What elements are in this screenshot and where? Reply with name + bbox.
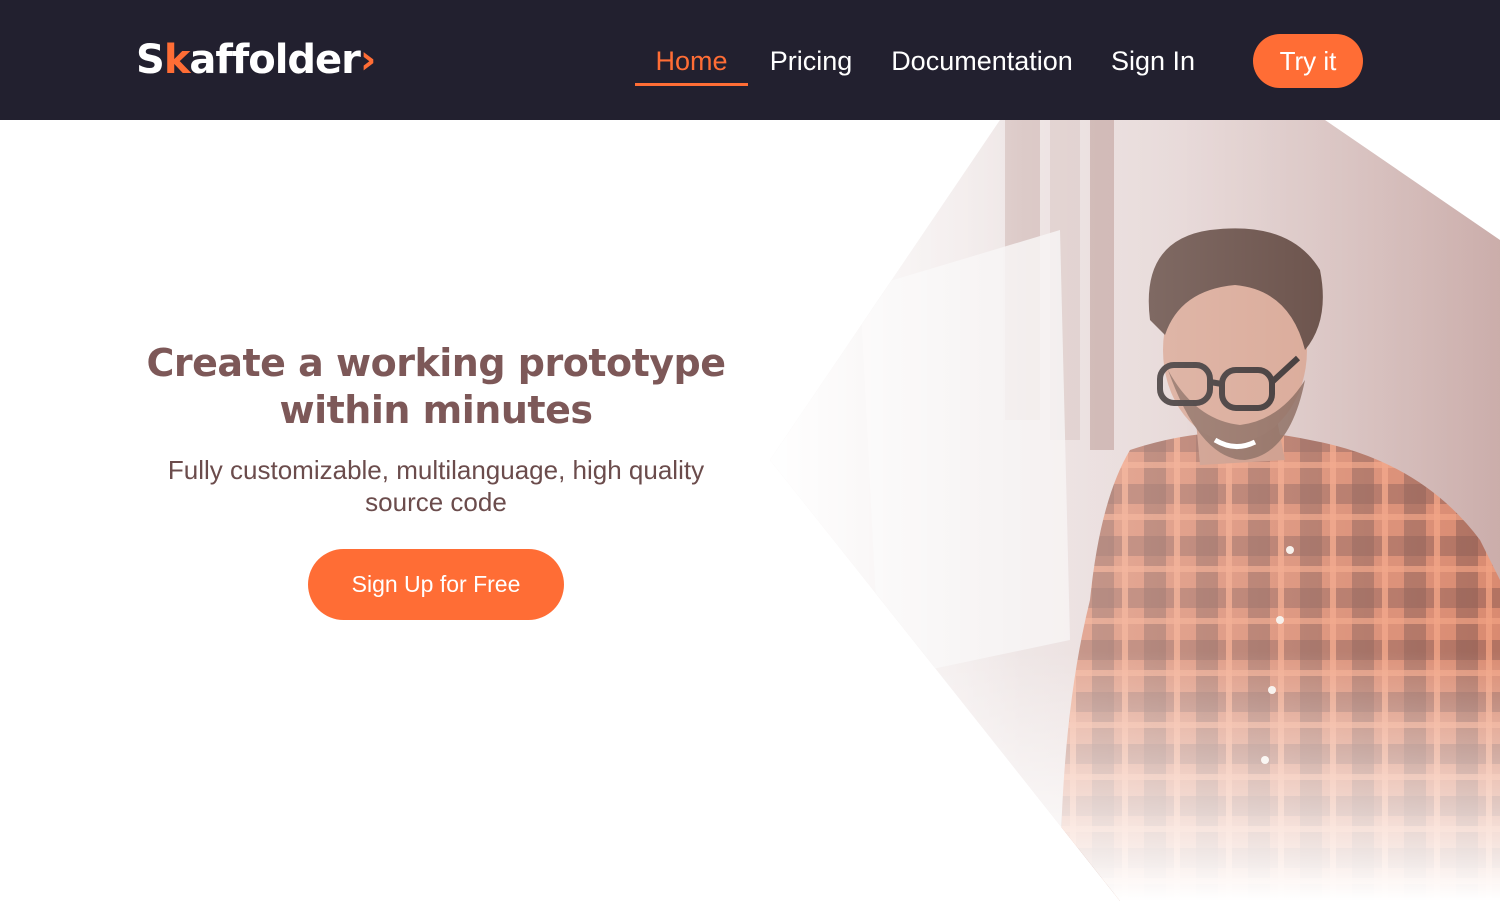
logo-accent-letter: k: [163, 37, 191, 83]
hero-headline-line-2: within minutes: [279, 388, 593, 432]
nav-link-documentation[interactable]: Documentation: [884, 36, 1080, 86]
logo-text-suffix: affolder: [189, 37, 360, 83]
nav-link-pricing[interactable]: Pricing: [760, 36, 862, 86]
hero-section: Create a working prototype within minute…: [120, 340, 752, 620]
skaffolder-logo[interactable]: Skaffolder›: [136, 36, 377, 84]
sign-up-free-button[interactable]: Sign Up for Free: [308, 549, 564, 620]
hero-subtitle-line-1: Fully customizable, multilanguage, high …: [167, 455, 705, 485]
logo-chevron-icon: ›: [359, 37, 377, 83]
top-navbar: Skaffolder› Home Pricing Documentation S…: [0, 0, 1500, 120]
hero-subtitle-line-2: source code: [365, 487, 507, 517]
nav-link-home[interactable]: Home: [635, 36, 748, 86]
nav-link-sign-in[interactable]: Sign In: [1100, 36, 1206, 86]
try-it-button[interactable]: Try it: [1253, 34, 1363, 88]
logo-text-prefix: S: [136, 37, 165, 83]
hero-headline: Create a working prototype within minute…: [120, 340, 752, 434]
hero-subtitle: Fully customizable, multilanguage, high …: [120, 454, 752, 518]
hero-headline-line-1: Create a working prototype: [146, 341, 726, 385]
